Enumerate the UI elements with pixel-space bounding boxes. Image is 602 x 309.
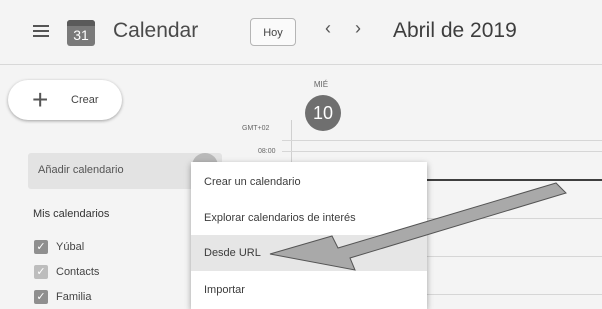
annotation-arrow-icon: [269, 182, 567, 271]
annotation-arrow-shape: [269, 182, 567, 271]
